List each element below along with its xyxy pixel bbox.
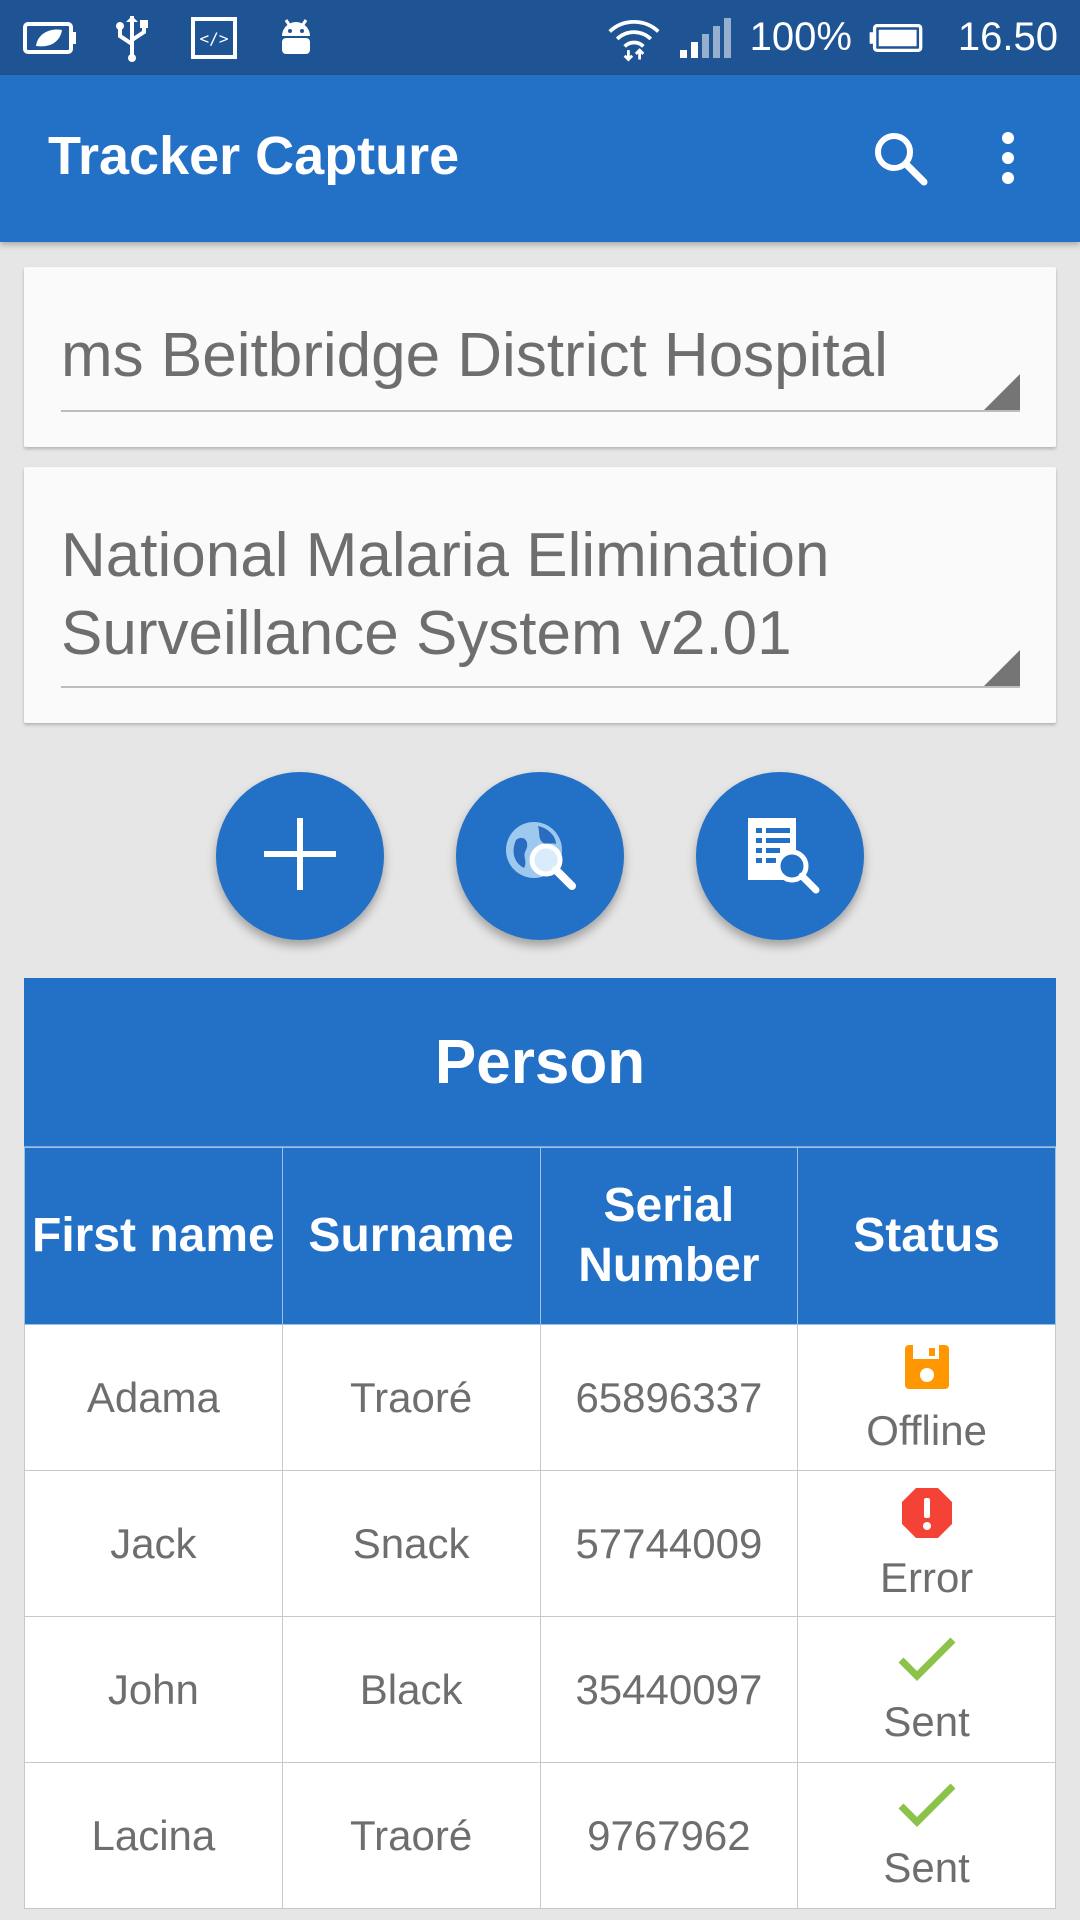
status-label: Offline (866, 1406, 987, 1454)
cell-surname: Traoré (281, 1762, 541, 1909)
search-button[interactable] (860, 120, 940, 200)
code-icon: </> (186, 14, 242, 62)
table-row[interactable]: Lacina Traoré 9767962 Sent (24, 1762, 1056, 1909)
cell-surname: Snack (281, 1470, 541, 1617)
cell-status: Error (797, 1470, 1056, 1617)
status-label: Sent (883, 1697, 970, 1745)
status-label: Error (879, 1553, 974, 1601)
check-icon (897, 1780, 957, 1840)
app-title: Tracker Capture (48, 126, 460, 186)
clock: 16.50 (957, 15, 1058, 59)
usb-icon (104, 14, 160, 62)
battery-percent: 100% (749, 15, 852, 59)
org-unit-value: ms Beitbridge District Hospital (61, 321, 888, 390)
column-header-first-name[interactable]: First name (24, 1147, 283, 1325)
signal-icon (678, 14, 734, 62)
search-icon (870, 128, 930, 193)
cell-status: Sent (797, 1616, 1056, 1763)
cell-first-name: Lacina (24, 1762, 283, 1909)
program-value: National Malaria Elimination Surveillanc… (61, 521, 830, 668)
more-vert-icon (998, 130, 1018, 191)
spinner-underline (61, 686, 1020, 688)
cell-serial-number: 65896337 (539, 1324, 799, 1471)
table-row[interactable]: Jack Snack 57744009 Error (24, 1470, 1056, 1617)
cell-first-name: Jack (24, 1470, 283, 1617)
overflow-menu-button[interactable] (968, 120, 1048, 200)
wifi-icon (606, 14, 662, 62)
cell-status: Sent (797, 1762, 1056, 1909)
column-header-surname[interactable]: Surname (281, 1147, 541, 1325)
check-icon (897, 1634, 957, 1694)
cell-serial-number: 35440097 (539, 1616, 799, 1763)
status-bar: </> 100% 16.50 (0, 0, 1080, 75)
add-icon (262, 816, 338, 897)
org-unit-spinner[interactable]: ms Beitbridge District Hospital (24, 267, 1056, 447)
cell-surname: Black (281, 1616, 541, 1763)
cell-surname: Traoré (281, 1324, 541, 1471)
error-icon (900, 1486, 954, 1550)
cell-status: Offline (797, 1324, 1056, 1471)
status-label: Sent (883, 1843, 970, 1891)
program-spinner[interactable]: National Malaria Elimination Surveillanc… (24, 467, 1056, 723)
table-header-row: First name Surname Serial Number Status (24, 1147, 1056, 1325)
dropdown-triangle-icon (984, 374, 1020, 410)
battery-icon (868, 14, 924, 62)
add-tei-button[interactable] (216, 772, 384, 940)
column-header-status[interactable]: Status (797, 1147, 1056, 1325)
column-header-serial-number[interactable]: Serial Number (539, 1147, 799, 1325)
dropdown-triangle-icon (984, 650, 1020, 686)
cell-first-name: John (24, 1616, 283, 1763)
online-search-icon (496, 810, 584, 903)
person-table: Person First name Surname Serial Number … (24, 978, 1056, 1909)
cell-serial-number: 57744009 (539, 1470, 799, 1617)
leaf-battery-icon (22, 14, 78, 62)
online-search-button[interactable] (456, 772, 624, 940)
save-icon (901, 1341, 953, 1403)
local-search-button[interactable] (696, 772, 864, 940)
android-icon (268, 14, 324, 62)
table-row[interactable]: Adama Traoré 65896337 Offline (24, 1324, 1056, 1471)
app-bar: Tracker Capture (0, 75, 1080, 242)
svg-text:</>: </> (200, 29, 229, 48)
cell-first-name: Adama (24, 1324, 283, 1471)
local-search-icon (736, 810, 824, 903)
table-title: Person (24, 978, 1056, 1147)
spinner-underline (61, 410, 1020, 412)
table-row[interactable]: John Black 35440097 Sent (24, 1616, 1056, 1763)
cell-serial-number: 9767962 (539, 1762, 799, 1909)
person-grid: First name Surname Serial Number Status … (24, 1147, 1056, 1909)
